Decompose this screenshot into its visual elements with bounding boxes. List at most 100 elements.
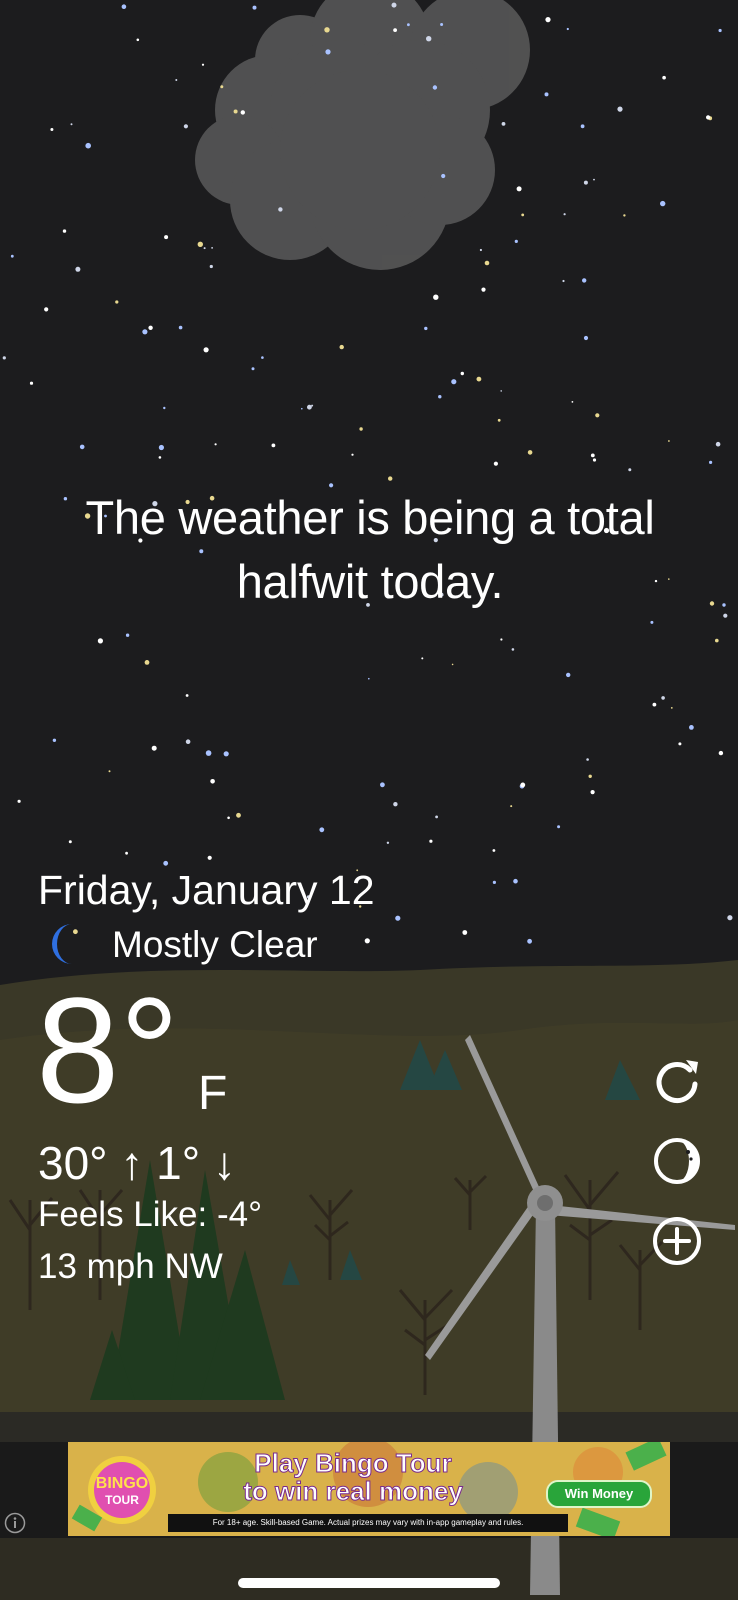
- star: [617, 106, 623, 112]
- star: [432, 85, 438, 90]
- star: [185, 739, 191, 744]
- star: [545, 17, 551, 23]
- star: [715, 638, 719, 643]
- star: [339, 344, 344, 350]
- star: [709, 601, 715, 606]
- star: [595, 413, 600, 418]
- star: [706, 115, 711, 120]
- star: [236, 812, 241, 818]
- star: [586, 758, 589, 761]
- star: [364, 938, 370, 944]
- star: [325, 49, 331, 55]
- star: [70, 123, 73, 126]
- high-low-temperature: 30° ↑ 1° ↓: [38, 1137, 236, 1189]
- star: [511, 648, 515, 651]
- star: [407, 23, 410, 27]
- star: [121, 4, 127, 9]
- star: [311, 404, 314, 407]
- ad-cta-button[interactable]: Win Money: [546, 1480, 652, 1508]
- star: [718, 750, 724, 756]
- star: [722, 603, 726, 607]
- star: [220, 85, 224, 89]
- star: [223, 751, 229, 757]
- star: [233, 109, 238, 114]
- star: [718, 28, 722, 33]
- star: [520, 782, 526, 788]
- star: [593, 178, 595, 181]
- star: [251, 367, 255, 371]
- star: [592, 458, 597, 462]
- star: [163, 860, 169, 866]
- star: [441, 173, 446, 179]
- star: [689, 725, 694, 730]
- info-icon[interactable]: [4, 1512, 26, 1534]
- star: [142, 329, 148, 335]
- home-indicator[interactable]: [238, 1578, 500, 1588]
- refresh-icon: [656, 1060, 698, 1103]
- star: [115, 300, 119, 304]
- star: [178, 325, 183, 330]
- star: [75, 266, 81, 272]
- star: [10, 254, 14, 258]
- weather-scene-background: [0, 0, 738, 1600]
- star: [158, 444, 164, 451]
- star: [44, 307, 49, 312]
- moon-phase-button[interactable]: [650, 1134, 704, 1188]
- star: [662, 75, 666, 80]
- bingo-tour-logo: BINGO TOUR: [88, 1456, 156, 1524]
- star: [492, 849, 496, 852]
- weather-screen: The weather is being a total halfwit tod…: [0, 0, 738, 1600]
- star: [68, 840, 72, 844]
- current-temperature: 8°: [36, 966, 180, 1134]
- svg-text:TOUR: TOUR: [105, 1493, 139, 1507]
- star: [307, 404, 312, 410]
- star: [501, 122, 506, 126]
- feels-like: Feels Like: -4°: [38, 1195, 263, 1234]
- temperature-unit: F: [198, 1067, 228, 1120]
- ad-headline-line-1: Play Bingo Tour: [254, 1448, 452, 1479]
- wind-speed: 13 mph NW: [38, 1247, 223, 1286]
- star: [460, 371, 464, 376]
- star: [261, 356, 264, 359]
- star: [438, 395, 442, 399]
- star: [252, 5, 257, 10]
- star: [393, 28, 397, 32]
- star: [203, 247, 206, 250]
- star: [628, 468, 632, 472]
- star: [479, 248, 482, 252]
- star: [227, 816, 230, 820]
- star: [426, 36, 432, 42]
- star: [623, 214, 626, 217]
- star: [510, 805, 513, 808]
- star: [433, 294, 439, 300]
- star: [493, 461, 498, 466]
- star: [2, 356, 6, 360]
- refresh-button[interactable]: [650, 1054, 704, 1108]
- star: [435, 815, 438, 819]
- star: [201, 63, 205, 66]
- star: [668, 440, 670, 442]
- star: [125, 851, 128, 855]
- star: [670, 707, 673, 709]
- star: [388, 476, 393, 481]
- add-location-button[interactable]: [650, 1214, 704, 1268]
- star: [391, 2, 397, 8]
- star: [527, 938, 532, 944]
- condition-text: Mostly Clear: [112, 924, 318, 965]
- star: [451, 379, 457, 385]
- star: [424, 326, 428, 331]
- star: [652, 702, 657, 707]
- star: [727, 915, 733, 921]
- ad-banner[interactable]: BINGO TOUR Play Bingo Tour to win real m…: [68, 1442, 670, 1536]
- star: [500, 390, 503, 392]
- star: [209, 264, 213, 269]
- star: [481, 287, 486, 292]
- svg-text:BINGO: BINGO: [96, 1475, 148, 1492]
- star: [52, 738, 57, 742]
- star: [380, 782, 385, 788]
- star: [484, 260, 490, 266]
- star: [197, 241, 203, 247]
- star: [476, 376, 482, 382]
- star: [462, 930, 468, 935]
- star: [709, 460, 713, 464]
